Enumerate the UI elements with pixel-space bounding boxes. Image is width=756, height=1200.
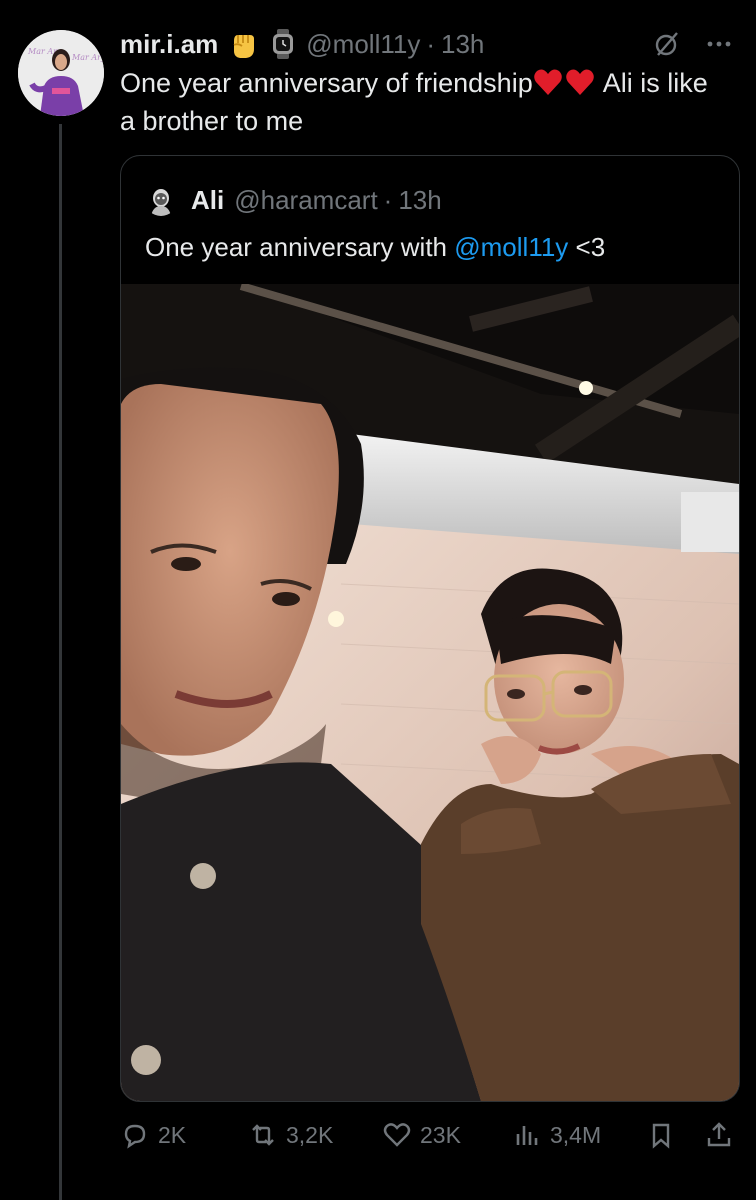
quote-display-name[interactable]: Ali	[191, 185, 224, 216]
quote-handle[interactable]: @haramcart	[234, 185, 377, 216]
separator-dot: ·	[426, 28, 436, 59]
quoted-tweet[interactable]: Ali @haramcart · 13h One year anniversar…	[120, 155, 740, 1102]
quote-text-prefix: One year anniversary with	[145, 232, 455, 262]
tweet-text: One year anniversary of friendship Ali i…	[120, 64, 730, 140]
like-button[interactable]: 23K	[382, 1118, 461, 1152]
quote-text-suffix: <3	[568, 232, 606, 262]
tweet-header: mir.i.am @moll11y · 13h	[120, 24, 734, 64]
mention-link[interactable]: @moll11y	[454, 232, 568, 262]
quote-avatar[interactable]	[145, 184, 177, 216]
quote-text: One year anniversary with @moll11y <3	[145, 232, 605, 263]
separator-dot: ·	[383, 184, 393, 215]
share-button[interactable]	[704, 1118, 734, 1152]
repost-icon	[252, 1124, 274, 1146]
like-count: 23K	[420, 1121, 461, 1148]
reply-icon	[124, 1124, 146, 1149]
author-handle[interactable]: @moll11y	[306, 29, 420, 60]
action-bar: 2K 3,2K 23K 3,4M	[120, 1110, 738, 1160]
quote-photo[interactable]	[121, 284, 739, 1101]
quote-header: Ali @haramcart · 13h	[145, 184, 442, 216]
reply-button[interactable]: 2K	[120, 1118, 186, 1152]
repost-count: 3,2K	[286, 1121, 334, 1148]
red-heart-icon	[565, 68, 595, 96]
tweet-text-part1: One year anniversary of friendship	[120, 68, 533, 98]
view-count: 3,4M	[550, 1121, 602, 1148]
quote-time[interactable]: 13h	[398, 185, 441, 216]
tweet-time[interactable]: 13h	[441, 29, 484, 60]
watch-icon	[270, 29, 296, 59]
grok-icon[interactable]	[652, 29, 682, 59]
author-avatar[interactable]: Mar Ary Mar Ary	[18, 30, 104, 116]
bookmark-icon	[652, 1123, 670, 1149]
views-icon	[516, 1126, 538, 1145]
thread-line	[59, 124, 62, 1200]
more-options-icon[interactable]	[704, 29, 734, 59]
red-heart-icon	[533, 68, 563, 96]
svg-text:Mar Ary: Mar Ary	[71, 53, 104, 62]
bookmark-button[interactable]	[646, 1118, 676, 1152]
views-button[interactable]: 3,4M	[512, 1118, 601, 1152]
heart-icon	[383, 1123, 411, 1147]
raised-fist-icon	[226, 27, 260, 61]
reply-count: 2K	[158, 1121, 187, 1148]
repost-button[interactable]: 3,2K	[248, 1118, 333, 1152]
author-display-name[interactable]: mir.i.am	[120, 29, 218, 60]
share-icon	[707, 1122, 731, 1147]
